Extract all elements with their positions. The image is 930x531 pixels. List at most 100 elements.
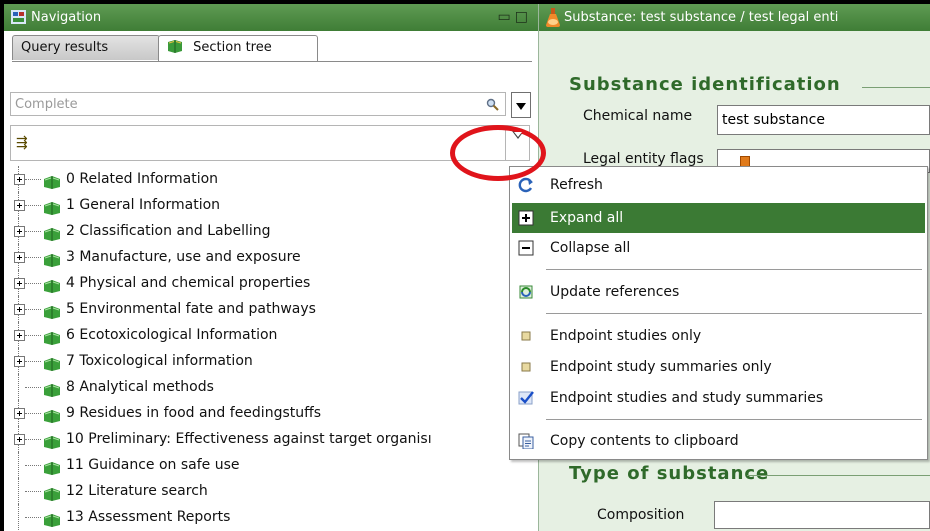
section-book-icon: [43, 354, 61, 371]
tree-item[interactable]: 4 Physical and chemical properties: [10, 270, 538, 296]
highlight-annotation: [450, 125, 546, 181]
tree-item[interactable]: 9 Residues in food and feedingstuffs: [10, 400, 538, 426]
menu-item-endpoint-studies-only[interactable]: Endpoint studies only: [512, 321, 925, 351]
expand-icon[interactable]: [14, 174, 25, 185]
tab-query-results[interactable]: Query results: [12, 35, 160, 60]
menu-item-endpoint-studies-and-summaries[interactable]: Endpoint studies and study summaries: [512, 383, 925, 413]
tree-item[interactable]: 13 Assessment Reports: [10, 504, 538, 530]
menu-item-label: Refresh: [550, 177, 603, 193]
menu-item-expand-all[interactable]: Expand all: [512, 203, 925, 233]
search-icon[interactable]: [486, 98, 499, 111]
tree-item[interactable]: 10 Preliminary: Effectiveness against ta…: [10, 426, 538, 452]
menu-item-update-references[interactable]: Update references: [512, 277, 925, 307]
navigation-title-bar: Navigation ▭□: [4, 4, 538, 31]
search-placeholder: Complete: [15, 97, 78, 112]
tree-item[interactable]: 6 Ecotoxicological Information: [10, 322, 538, 348]
radio-unselected-icon: [521, 331, 531, 341]
section-book-icon: [43, 484, 61, 501]
section-heading-identification: Substance identification: [569, 74, 841, 95]
navigation-title: Navigation: [31, 10, 102, 25]
expand-icon[interactable]: [14, 330, 25, 341]
expand-icon[interactable]: [14, 408, 25, 419]
chemical-name-field[interactable]: test substance: [717, 105, 930, 135]
tree-item-label: 6 Ecotoxicological Information: [66, 327, 278, 343]
section-book-icon: [43, 432, 61, 449]
tree-item[interactable]: 1 General Information: [10, 192, 538, 218]
menu-item-copy-contents[interactable]: Copy contents to clipboard: [512, 426, 925, 456]
navigation-icon: [11, 10, 26, 24]
filter-icon[interactable]: ⇶: [16, 135, 28, 151]
minimize-icon[interactable]: ▭: [498, 9, 515, 25]
navigation-tabs: Query results Section tree: [12, 35, 532, 62]
radio-unselected-icon: [521, 362, 531, 372]
search-dropdown-button[interactable]: [511, 92, 531, 118]
tree-item[interactable]: 3 Manufacture, use and exposure: [10, 244, 538, 270]
tree-item[interactable]: 5 Environmental fate and pathways: [10, 296, 538, 322]
section-book-icon: [43, 458, 61, 475]
expand-icon[interactable]: [14, 252, 25, 263]
tree-connector: [25, 361, 41, 362]
menu-item-endpoint-study-summaries-only[interactable]: Endpoint study summaries only: [512, 352, 925, 382]
expand-icon[interactable]: [14, 434, 25, 445]
tab-section-tree[interactable]: Section tree: [158, 35, 318, 62]
substance-title: Substance: test substance / test legal e…: [564, 10, 839, 25]
tree-connector: [25, 439, 41, 440]
tree-item-label: 9 Residues in food and feedingstuffs: [66, 405, 322, 421]
expand-icon[interactable]: [14, 356, 25, 367]
menu-item-label: Endpoint studies and study summaries: [550, 390, 824, 406]
menu-item-label: Copy contents to clipboard: [550, 433, 739, 449]
maximize-icon[interactable]: □: [515, 9, 532, 25]
checkmark-icon: [518, 391, 534, 405]
tree-connector: [25, 335, 41, 336]
tree-context-menu: Refresh Expand all Collapse all Update r…: [509, 166, 928, 460]
tree-item-label: 10 Preliminary: Effectiveness against ta…: [66, 431, 432, 447]
section-book-icon: [43, 302, 61, 319]
menu-item-label: Endpoint study summaries only: [550, 359, 772, 375]
tree-item[interactable]: 11 Guidance on safe use: [10, 452, 538, 478]
tree-item-label: 4 Physical and chemical properties: [66, 275, 311, 291]
section-divider: [862, 87, 930, 88]
tree-item-label: 2 Classification and Labelling: [66, 223, 271, 239]
section-book-icon: [43, 380, 61, 397]
menu-item-collapse-all[interactable]: Collapse all: [512, 233, 925, 263]
tree-item[interactable]: 12 Literature search: [10, 478, 538, 504]
collapse-all-icon: [518, 240, 534, 256]
tree-item-label: 1 General Information: [66, 197, 221, 213]
navigation-panel: Navigation ▭□ Query results Section tree…: [4, 4, 539, 531]
tree-connector: [25, 517, 41, 518]
copy-icon: [518, 433, 534, 449]
expand-icon[interactable]: [14, 278, 25, 289]
tree-connector: [25, 231, 41, 232]
tree-connector: [25, 309, 41, 310]
tree-connector: [25, 179, 41, 180]
composition-label: Composition: [597, 507, 685, 523]
tab-divider: [12, 61, 532, 62]
app-window: Navigation ▭□ Query results Section tree…: [4, 4, 930, 531]
expand-icon[interactable]: [14, 304, 25, 315]
tree-connector: [25, 257, 41, 258]
menu-item-label: Update references: [550, 284, 680, 300]
expand-all-icon: [518, 210, 534, 226]
tree-item-label: 11 Guidance on safe use: [66, 457, 240, 473]
substance-title-bar: Substance: test substance / test legal e…: [539, 4, 930, 31]
tree-connector: [25, 491, 41, 492]
menu-separator: [546, 313, 922, 314]
section-tree-icon: [168, 40, 182, 53]
tree-line: [18, 374, 19, 400]
menu-item-label: Endpoint studies only: [550, 328, 702, 344]
tree-connector: [25, 413, 41, 414]
tree-line: [18, 452, 19, 478]
chemical-name-label: Chemical name: [583, 108, 693, 124]
menu-item-refresh[interactable]: Refresh: [512, 170, 925, 200]
menu-separator: [546, 419, 922, 420]
search-input[interactable]: Complete: [10, 92, 506, 116]
expand-icon[interactable]: [14, 226, 25, 237]
expand-icon[interactable]: [14, 200, 25, 211]
section-book-icon: [43, 224, 61, 241]
composition-field[interactable]: [714, 501, 930, 529]
tree-item[interactable]: 2 Classification and Labelling: [10, 218, 538, 244]
tree-line: [18, 478, 19, 504]
tree-item[interactable]: 8 Analytical methods: [10, 374, 538, 400]
update-references-icon: [519, 285, 533, 299]
tree-item[interactable]: 7 Toxicological information: [10, 348, 538, 374]
